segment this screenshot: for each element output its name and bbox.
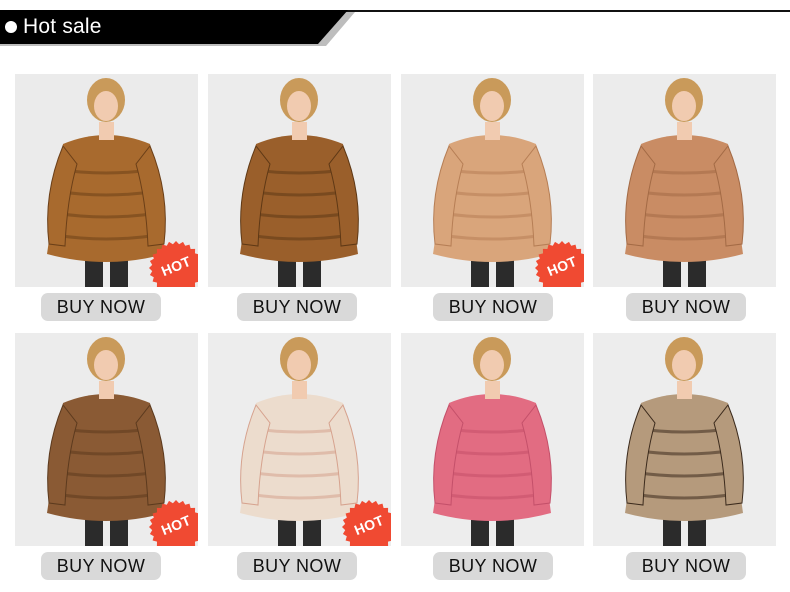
product-card-1[interactable]: HOT bbox=[15, 74, 198, 287]
product-image[interactable]: HOT bbox=[208, 333, 391, 546]
hot-badge: HOT bbox=[534, 240, 584, 287]
bullet-icon bbox=[5, 21, 17, 33]
product-card-2[interactable] bbox=[208, 74, 391, 287]
product-image[interactable]: HOT bbox=[15, 333, 198, 546]
product-image[interactable] bbox=[593, 333, 776, 546]
coat-model-illustration bbox=[240, 78, 359, 287]
hot-badge: HOT bbox=[148, 240, 198, 287]
buy-now-button-7[interactable]: BUY NOW bbox=[433, 552, 553, 580]
product-image[interactable] bbox=[401, 333, 584, 546]
hot-badge: HOT bbox=[148, 499, 198, 546]
buy-now-button-8[interactable]: BUY NOW bbox=[626, 552, 746, 580]
product-card-5[interactable]: HOT bbox=[15, 333, 198, 546]
buy-now-button-5[interactable]: BUY NOW bbox=[41, 552, 161, 580]
product-card-6[interactable]: HOT bbox=[208, 333, 391, 546]
coat-model-illustration bbox=[625, 337, 744, 546]
buy-now-button-1[interactable]: BUY NOW bbox=[41, 293, 161, 321]
section-title: Hot sale bbox=[23, 15, 102, 38]
coat-model-illustration bbox=[433, 337, 552, 546]
coat-model-illustration bbox=[625, 78, 744, 287]
product-image[interactable]: HOT bbox=[401, 74, 584, 287]
hot-badge: HOT bbox=[341, 499, 391, 546]
product-card-3[interactable]: HOT bbox=[401, 74, 584, 287]
buy-now-button-4[interactable]: BUY NOW bbox=[626, 293, 746, 321]
buy-now-button-2[interactable]: BUY NOW bbox=[237, 293, 357, 321]
product-card-4[interactable] bbox=[593, 74, 776, 287]
buy-now-button-6[interactable]: BUY NOW bbox=[237, 552, 357, 580]
product-card-7[interactable] bbox=[401, 333, 584, 546]
product-card-8[interactable] bbox=[593, 333, 776, 546]
product-image[interactable]: HOT bbox=[15, 74, 198, 287]
product-image[interactable] bbox=[208, 74, 391, 287]
product-image[interactable] bbox=[593, 74, 776, 287]
buy-now-button-3[interactable]: BUY NOW bbox=[433, 293, 553, 321]
